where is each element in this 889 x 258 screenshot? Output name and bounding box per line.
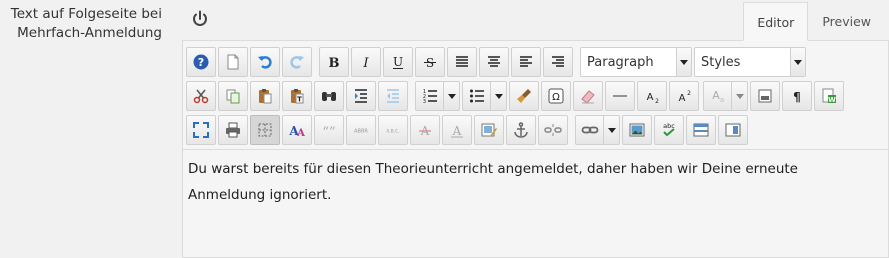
insert-layer-icon[interactable]	[718, 115, 748, 145]
numbered-list-icon[interactable]: 123	[416, 82, 444, 110]
text-color-icon[interactable]: Aa	[704, 82, 732, 110]
editor-toolbar: ? B I U S Paragraph Styles T 1 2 3 Ω A 2…	[183, 41, 888, 150]
blockquote-icon[interactable]: “”	[314, 115, 344, 145]
edit-image-icon[interactable]	[474, 115, 504, 145]
svg-text:I: I	[362, 56, 369, 71]
link-icon[interactable]	[576, 116, 604, 144]
template-icon[interactable]	[686, 115, 716, 145]
rich-text-editor: ? B I U S Paragraph Styles T 1 2 3 Ω A 2…	[182, 40, 889, 258]
image-icon[interactable]	[622, 115, 652, 145]
svg-text:2: 2	[687, 90, 691, 97]
chevron-down-icon[interactable]	[732, 82, 747, 110]
svg-text:a: a	[719, 96, 723, 104]
unlink-icon[interactable]	[538, 115, 568, 145]
remove-format-icon[interactable]: A	[410, 115, 440, 145]
find-replace-icon[interactable]	[314, 81, 344, 111]
strikethrough-icon[interactable]: S	[415, 47, 445, 77]
styles-select-value: Styles	[701, 54, 741, 70]
eraser-icon[interactable]	[573, 81, 603, 111]
anchor-icon[interactable]	[506, 115, 536, 145]
svg-text:Ω: Ω	[552, 92, 560, 103]
outdent-icon[interactable]	[378, 81, 408, 111]
svg-text:¶: ¶	[793, 90, 801, 104]
svg-text:U: U	[393, 55, 403, 69]
indent-icon[interactable]	[346, 81, 376, 111]
power-icon[interactable]	[190, 9, 210, 29]
editor-content[interactable]: Du warst bereits für diesen Theorieunter…	[188, 156, 878, 208]
svg-text:A: A	[679, 93, 686, 104]
format-select[interactable]: Paragraph	[580, 47, 692, 77]
tab-preview[interactable]: Preview	[808, 2, 885, 41]
bullet-list-button[interactable]	[462, 81, 507, 111]
special-char-icon[interactable]: Ω	[541, 81, 571, 111]
paste-text-icon[interactable]: T	[282, 81, 312, 111]
new-document-icon[interactable]	[218, 47, 248, 77]
tab-editor[interactable]: Editor	[743, 2, 809, 41]
clear-format-icon[interactable]	[509, 81, 539, 111]
svg-text:3: 3	[422, 99, 425, 105]
chevron-down-icon[interactable]	[790, 48, 805, 76]
cut-icon[interactable]	[186, 81, 216, 111]
link-button[interactable]	[575, 115, 620, 145]
page-break-icon[interactable]	[750, 81, 780, 111]
paste-word-icon[interactable]: W	[814, 81, 844, 111]
abbreviation-icon[interactable]: ABBR	[346, 115, 376, 145]
align-right-icon[interactable]	[543, 47, 573, 77]
chevron-down-icon[interactable]	[604, 116, 619, 144]
text-style-icon[interactable]: A	[442, 115, 472, 145]
text-color-button[interactable]: Aa	[703, 81, 748, 111]
toolbar-row-3: AA “” ABBR A.B.C. A A abc	[186, 113, 755, 147]
styles-select[interactable]: Styles	[694, 47, 806, 77]
copy-icon[interactable]	[218, 81, 248, 111]
bold-icon[interactable]: B	[319, 47, 349, 77]
visual-aid-icon[interactable]	[250, 115, 280, 145]
redo-icon[interactable]	[282, 47, 312, 77]
abbr-label: ABBR	[354, 129, 368, 135]
undo-icon[interactable]	[250, 47, 280, 77]
field-label: Text auf Folgeseite bei Mehrfach-Anmeldu…	[10, 6, 162, 41]
svg-text:B: B	[329, 56, 340, 71]
svg-text:?: ?	[198, 56, 204, 69]
svg-text:W: W	[828, 96, 836, 104]
paste-icon[interactable]	[250, 81, 280, 111]
svg-text:A: A	[452, 124, 462, 138]
superscript-icon[interactable]: A2	[669, 81, 699, 111]
subscript-icon[interactable]: A2	[637, 81, 667, 111]
format-select-value: Paragraph	[587, 54, 654, 70]
acronym-icon[interactable]: A.B.C.	[378, 115, 408, 145]
bullet-list-icon[interactable]	[463, 82, 491, 110]
align-center-icon[interactable]	[479, 47, 509, 77]
numbered-list-button[interactable]: 123	[415, 81, 460, 111]
horizontal-rule-icon[interactable]	[605, 81, 635, 111]
spellcheck-icon[interactable]: abc	[654, 115, 684, 145]
svg-text:“”: “”	[322, 125, 335, 139]
help-icon[interactable]: ?	[186, 47, 216, 77]
fullscreen-icon[interactable]	[186, 115, 216, 145]
align-left-icon[interactable]	[511, 47, 541, 77]
svg-text:A: A	[296, 128, 305, 139]
svg-text:A: A	[647, 92, 654, 103]
italic-icon[interactable]: I	[351, 47, 381, 77]
toolbar-row-2: T 123 Ω A2 A2 Aa ¶ W	[186, 79, 851, 113]
underline-icon[interactable]: U	[383, 47, 413, 77]
pilcrow-icon[interactable]: ¶	[782, 81, 812, 111]
editor-tabs: Editor Preview	[743, 2, 885, 41]
justify-icon[interactable]	[447, 47, 477, 77]
chevron-down-icon[interactable]	[491, 82, 506, 110]
svg-text:2: 2	[655, 98, 659, 105]
print-icon[interactable]	[218, 115, 248, 145]
toolbar-row-1: ? B I U S Paragraph Styles	[186, 45, 808, 79]
font-style-icon[interactable]: AA	[282, 115, 312, 145]
svg-text:T: T	[297, 96, 302, 104]
chevron-down-icon[interactable]	[676, 48, 691, 76]
chevron-down-icon[interactable]	[444, 82, 459, 110]
acronym-label: A.B.C.	[386, 129, 400, 135]
